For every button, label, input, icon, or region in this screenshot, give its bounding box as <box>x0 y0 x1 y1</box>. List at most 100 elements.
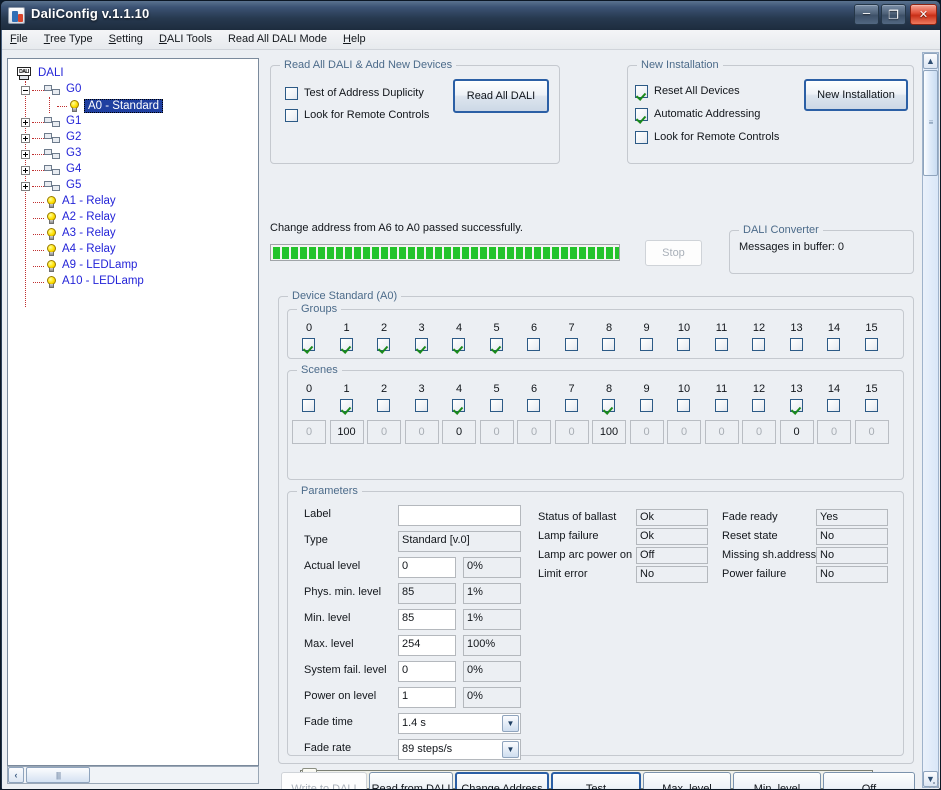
parameter-field-label[interactable] <box>398 505 521 526</box>
minimize-button[interactable]: – <box>854 4 879 25</box>
group-checkbox-13[interactable] <box>789 338 803 351</box>
scene-checkbox-0[interactable] <box>302 399 315 412</box>
read-all-dali-button[interactable]: Read All DALI <box>453 79 549 113</box>
group-checkbox-1[interactable] <box>339 338 353 351</box>
chevron-down-icon[interactable]: ▼ <box>502 715 519 732</box>
checkbox-look-remote-controls[interactable] <box>285 109 298 122</box>
action-button-change-address[interactable]: Change Address <box>455 772 549 789</box>
menu-item-tree-type[interactable]: Tree Type <box>36 30 101 47</box>
parameter-field-power-on-level[interactable]: 1 <box>398 687 456 708</box>
parameter-field-min-level[interactable]: 85 <box>398 609 456 630</box>
scene-value-9[interactable]: 0 <box>629 420 664 444</box>
parameter-field-phys-min-level[interactable]: 85 <box>398 583 456 604</box>
group-checkbox-6[interactable] <box>527 338 540 351</box>
resize-grip[interactable] <box>927 776 939 788</box>
device-tree[interactable]: DALI DALI G0 A0 - Standard G1 G2 G3 G4 G… <box>7 58 259 766</box>
scene-checkbox-11[interactable] <box>714 399 728 412</box>
group-checkbox-14[interactable] <box>827 338 840 351</box>
scene-checkbox-14[interactable] <box>827 399 840 412</box>
scroll-up-arrow-icon[interactable]: ▲ <box>923 53 938 69</box>
scene-checkbox-4[interactable] <box>452 399 465 412</box>
action-button-off[interactable]: Off <box>823 772 915 789</box>
expander-collapse-icon[interactable] <box>21 86 30 95</box>
scene-checkbox-12[interactable] <box>752 399 765 412</box>
scene-value-12[interactable]: 0 <box>742 420 776 444</box>
menu-item-help[interactable]: Help <box>335 30 374 47</box>
title-bar[interactable]: DaliConfig v.1.1.10 – ❐ ✕ <box>1 1 940 30</box>
checkbox-look-remote-controls-new[interactable] <box>635 131 648 144</box>
group-checkbox-11[interactable] <box>714 338 728 351</box>
checkbox-reset-all-devices[interactable] <box>635 85 648 98</box>
action-button-write-to-dali[interactable]: Write to DALI <box>281 772 367 789</box>
parameter-combo-fade-time[interactable]: 1.4 s ▼ <box>398 713 521 734</box>
action-button-max-level[interactable]: Max. level <box>643 772 731 789</box>
scene-value-11[interactable]: 0 <box>704 420 739 444</box>
scene-value-7[interactable]: 0 <box>554 420 589 444</box>
group-checkbox-4[interactable] <box>452 338 465 351</box>
scene-checkbox-6[interactable] <box>527 399 540 412</box>
action-button-test[interactable]: Test <box>551 772 641 789</box>
maximize-button[interactable]: ❐ <box>881 4 906 25</box>
expander-expand-icon[interactable] <box>21 182 30 191</box>
parameter-field-type[interactable]: Standard [v.0] <box>398 531 521 552</box>
expander-expand-icon[interactable] <box>21 150 30 159</box>
scene-value-15[interactable]: 0 <box>854 420 889 444</box>
parameter-field-actual-level[interactable]: 0 <box>398 557 456 578</box>
parameter-field-max-level[interactable]: 254 <box>398 635 456 656</box>
scene-value-0[interactable]: 0 <box>292 420 326 444</box>
expander-expand-icon[interactable] <box>21 118 30 127</box>
scene-value-5[interactable]: 0 <box>479 420 514 444</box>
group-checkbox-0[interactable] <box>302 338 315 351</box>
menu-item-dali-tools[interactable]: DALI Tools <box>151 30 220 47</box>
action-button-read-from-dali[interactable]: Read from DALI <box>369 772 453 789</box>
group-checkbox-8[interactable] <box>602 338 615 351</box>
tree-horizontal-scrollbar[interactable]: ‹ |||| <box>7 766 259 784</box>
scene-checkbox-5[interactable] <box>489 399 503 412</box>
scene-value-14[interactable]: 0 <box>817 420 851 444</box>
menu-item-file[interactable]: File <box>2 30 36 47</box>
checkbox-automatic-addressing[interactable] <box>635 108 648 121</box>
parameter-field-system-fail-level[interactable]: 0 <box>398 661 456 682</box>
scene-checkbox-3[interactable] <box>414 399 428 412</box>
menu-item-read-all-dali-mode[interactable]: Read All DALI Mode <box>220 30 335 47</box>
scene-value-2[interactable]: 0 <box>367 420 401 444</box>
expander-expand-icon[interactable] <box>21 166 30 175</box>
scene-checkbox-2[interactable] <box>377 399 390 412</box>
group-checkbox-12[interactable] <box>752 338 765 351</box>
group-checkbox-3[interactable] <box>414 338 428 351</box>
group-checkbox-7[interactable] <box>564 338 578 351</box>
vertical-scrollbar[interactable]: ▲ ≡ ▼ <box>922 52 939 788</box>
group-icon <box>44 85 62 96</box>
scrollbar-thumb[interactable]: |||| <box>26 767 90 783</box>
parameter-combo-fade-rate[interactable]: 89 steps/s ▼ <box>398 739 521 760</box>
scene-value-6[interactable]: 0 <box>517 420 551 444</box>
close-button[interactable]: ✕ <box>910 4 937 25</box>
group-checkbox-9[interactable] <box>639 338 653 351</box>
checkbox-test-address-duplicity[interactable] <box>285 87 298 100</box>
scene-value-3[interactable]: 0 <box>404 420 439 444</box>
scene-value-1[interactable]: 100 <box>329 420 364 444</box>
scene-checkbox-10[interactable] <box>677 399 690 412</box>
scene-checkbox-1[interactable] <box>339 399 353 412</box>
scene-value-13[interactable]: 0 <box>779 420 814 444</box>
stop-button[interactable]: Stop <box>645 240 702 266</box>
scene-checkbox-7[interactable] <box>564 399 578 412</box>
scene-checkbox-13[interactable] <box>789 399 803 412</box>
group-checkbox-2[interactable] <box>377 338 390 351</box>
scene-value-4[interactable]: 0 <box>442 420 476 444</box>
scene-value-8[interactable]: 100 <box>592 420 626 444</box>
group-checkbox-15[interactable] <box>864 338 878 351</box>
action-button-min-level[interactable]: Min. level <box>733 772 821 789</box>
new-installation-button[interactable]: New Installation <box>804 79 908 111</box>
scroll-left-arrow-icon[interactable]: ‹ <box>8 767 24 783</box>
scene-checkbox-15[interactable] <box>864 399 878 412</box>
group-checkbox-10[interactable] <box>677 338 690 351</box>
expander-expand-icon[interactable] <box>21 134 30 143</box>
scene-value-10[interactable]: 0 <box>667 420 701 444</box>
scene-checkbox-9[interactable] <box>639 399 653 412</box>
scene-checkbox-8[interactable] <box>602 399 615 412</box>
scrollbar-thumb[interactable]: ≡ <box>923 70 938 176</box>
group-checkbox-5[interactable] <box>489 338 503 351</box>
chevron-down-icon[interactable]: ▼ <box>502 741 519 758</box>
menu-item-setting[interactable]: Setting <box>101 30 151 47</box>
